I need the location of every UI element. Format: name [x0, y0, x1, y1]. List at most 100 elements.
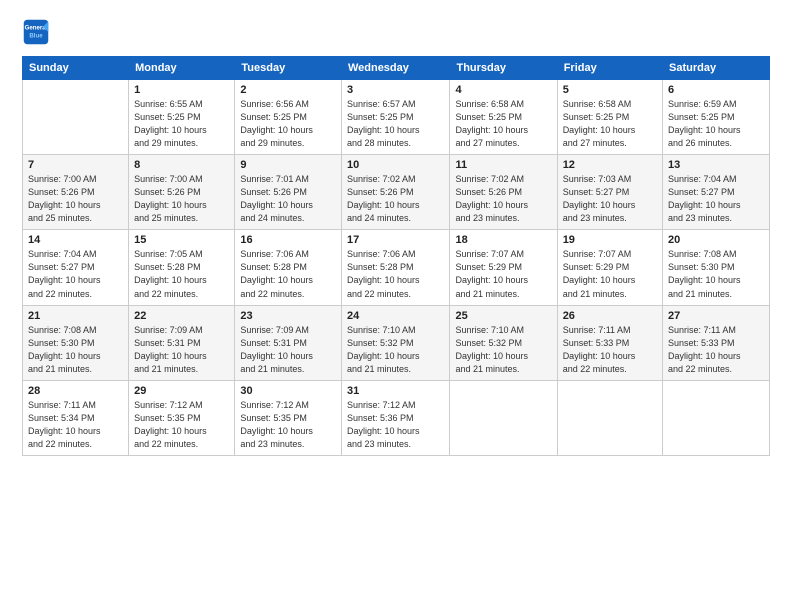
calendar-cell [450, 380, 557, 455]
day-number: 7 [28, 159, 123, 171]
day-number: 13 [668, 159, 764, 171]
day-number: 21 [28, 310, 123, 322]
calendar-cell: 26 Sunrise: 7:11 AM Sunset: 5:33 PM Dayli… [557, 305, 662, 380]
day-info: Sunrise: 7:07 AM Sunset: 5:29 PM Dayligh… [455, 248, 551, 300]
calendar-cell: 30 Sunrise: 7:12 AM Sunset: 5:35 PM Dayli… [235, 380, 342, 455]
calendar-cell: 20 Sunrise: 7:08 AM Sunset: 5:30 PM Dayli… [663, 230, 770, 305]
weekday-header-monday: Monday [129, 57, 235, 80]
calendar-cell: 23 Sunrise: 7:09 AM Sunset: 5:31 PM Dayli… [235, 305, 342, 380]
calendar-cell: 8 Sunrise: 7:00 AM Sunset: 5:26 PM Daylig… [129, 155, 235, 230]
calendar-cell [663, 380, 770, 455]
day-number: 8 [134, 159, 229, 171]
calendar-header-row: SundayMondayTuesdayWednesdayThursdayFrid… [23, 57, 770, 80]
calendar-week-row: 21 Sunrise: 7:08 AM Sunset: 5:30 PM Dayli… [23, 305, 770, 380]
day-number: 26 [563, 310, 657, 322]
day-number: 11 [455, 159, 551, 171]
day-info: Sunrise: 7:07 AM Sunset: 5:29 PM Dayligh… [563, 248, 657, 300]
day-info: Sunrise: 6:59 AM Sunset: 5:25 PM Dayligh… [668, 98, 764, 150]
day-info: Sunrise: 7:08 AM Sunset: 5:30 PM Dayligh… [28, 324, 123, 376]
calendar-cell: 19 Sunrise: 7:07 AM Sunset: 5:29 PM Dayli… [557, 230, 662, 305]
day-info: Sunrise: 7:04 AM Sunset: 5:27 PM Dayligh… [668, 173, 764, 225]
calendar-cell [557, 380, 662, 455]
calendar-cell: 28 Sunrise: 7:11 AM Sunset: 5:34 PM Dayli… [23, 380, 129, 455]
weekday-header-thursday: Thursday [450, 57, 557, 80]
calendar-cell: 12 Sunrise: 7:03 AM Sunset: 5:27 PM Dayli… [557, 155, 662, 230]
day-number: 19 [563, 234, 657, 246]
day-info: Sunrise: 7:03 AM Sunset: 5:27 PM Dayligh… [563, 173, 657, 225]
day-number: 16 [240, 234, 336, 246]
weekday-header-sunday: Sunday [23, 57, 129, 80]
header: General Blue [22, 18, 770, 46]
calendar-cell: 17 Sunrise: 7:06 AM Sunset: 5:28 PM Dayli… [341, 230, 450, 305]
day-info: Sunrise: 7:10 AM Sunset: 5:32 PM Dayligh… [455, 324, 551, 376]
day-info: Sunrise: 7:04 AM Sunset: 5:27 PM Dayligh… [28, 248, 123, 300]
day-number: 14 [28, 234, 123, 246]
weekday-header-tuesday: Tuesday [235, 57, 342, 80]
weekday-header-saturday: Saturday [663, 57, 770, 80]
calendar-cell: 27 Sunrise: 7:11 AM Sunset: 5:33 PM Dayli… [663, 305, 770, 380]
day-info: Sunrise: 7:09 AM Sunset: 5:31 PM Dayligh… [134, 324, 229, 376]
day-number: 12 [563, 159, 657, 171]
day-number: 6 [668, 84, 764, 96]
day-info: Sunrise: 7:06 AM Sunset: 5:28 PM Dayligh… [347, 248, 445, 300]
day-info: Sunrise: 7:12 AM Sunset: 5:35 PM Dayligh… [240, 399, 336, 451]
calendar-week-row: 1 Sunrise: 6:55 AM Sunset: 5:25 PM Daylig… [23, 80, 770, 155]
day-info: Sunrise: 7:00 AM Sunset: 5:26 PM Dayligh… [134, 173, 229, 225]
calendar-table: SundayMondayTuesdayWednesdayThursdayFrid… [22, 56, 770, 456]
day-info: Sunrise: 7:12 AM Sunset: 5:35 PM Dayligh… [134, 399, 229, 451]
logo: General Blue [22, 18, 54, 46]
calendar-cell: 14 Sunrise: 7:04 AM Sunset: 5:27 PM Dayli… [23, 230, 129, 305]
calendar-cell [23, 80, 129, 155]
page: General Blue SundayMondayTuesdayWednesda… [0, 0, 792, 612]
day-number: 29 [134, 385, 229, 397]
calendar-week-row: 7 Sunrise: 7:00 AM Sunset: 5:26 PM Daylig… [23, 155, 770, 230]
day-info: Sunrise: 7:11 AM Sunset: 5:33 PM Dayligh… [668, 324, 764, 376]
day-number: 23 [240, 310, 336, 322]
day-number: 17 [347, 234, 445, 246]
day-info: Sunrise: 7:06 AM Sunset: 5:28 PM Dayligh… [240, 248, 336, 300]
calendar-cell: 31Sunrise: 7:12 AM Sunset: 5:36 PM Dayli… [341, 380, 450, 455]
day-info: Sunrise: 7:08 AM Sunset: 5:30 PM Dayligh… [668, 248, 764, 300]
day-number: 27 [668, 310, 764, 322]
day-number: 15 [134, 234, 229, 246]
calendar-cell: 29 Sunrise: 7:12 AM Sunset: 5:35 PM Dayli… [129, 380, 235, 455]
day-number: 1 [134, 84, 229, 96]
day-info: Sunrise: 6:56 AM Sunset: 5:25 PM Dayligh… [240, 98, 336, 150]
calendar-cell: 2 Sunrise: 6:56 AM Sunset: 5:25 PM Daylig… [235, 80, 342, 155]
day-number: 31 [347, 385, 445, 397]
weekday-header-friday: Friday [557, 57, 662, 80]
day-number: 10 [347, 159, 445, 171]
calendar-cell: 18 Sunrise: 7:07 AM Sunset: 5:29 PM Dayli… [450, 230, 557, 305]
day-info: Sunrise: 7:02 AM Sunset: 5:26 PM Dayligh… [347, 173, 445, 225]
calendar-cell: 11Sunrise: 7:02 AM Sunset: 5:26 PM Dayli… [450, 155, 557, 230]
day-number: 18 [455, 234, 551, 246]
calendar-cell: 10 Sunrise: 7:02 AM Sunset: 5:26 PM Dayli… [341, 155, 450, 230]
day-number: 2 [240, 84, 336, 96]
calendar-week-row: 14 Sunrise: 7:04 AM Sunset: 5:27 PM Dayli… [23, 230, 770, 305]
day-number: 5 [563, 84, 657, 96]
day-number: 30 [240, 385, 336, 397]
day-number: 24 [347, 310, 445, 322]
day-number: 3 [347, 84, 445, 96]
day-number: 9 [240, 159, 336, 171]
day-number: 20 [668, 234, 764, 246]
day-number: 4 [455, 84, 551, 96]
calendar-cell: 5Sunrise: 6:58 AM Sunset: 5:25 PM Daylig… [557, 80, 662, 155]
calendar-cell: 24Sunrise: 7:10 AM Sunset: 5:32 PM Dayli… [341, 305, 450, 380]
day-info: Sunrise: 7:11 AM Sunset: 5:34 PM Dayligh… [28, 399, 123, 451]
calendar-cell: 15Sunrise: 7:05 AM Sunset: 5:28 PM Dayli… [129, 230, 235, 305]
calendar-cell: 25 Sunrise: 7:10 AM Sunset: 5:32 PM Dayli… [450, 305, 557, 380]
calendar-cell: 21 Sunrise: 7:08 AM Sunset: 5:30 PM Dayli… [23, 305, 129, 380]
day-info: Sunrise: 7:00 AM Sunset: 5:26 PM Dayligh… [28, 173, 123, 225]
calendar-cell: 22 Sunrise: 7:09 AM Sunset: 5:31 PM Dayli… [129, 305, 235, 380]
day-number: 25 [455, 310, 551, 322]
day-number: 28 [28, 385, 123, 397]
day-info: Sunrise: 6:55 AM Sunset: 5:25 PM Dayligh… [134, 98, 229, 150]
day-info: Sunrise: 6:58 AM Sunset: 5:25 PM Dayligh… [455, 98, 551, 150]
day-info: Sunrise: 7:09 AM Sunset: 5:31 PM Dayligh… [240, 324, 336, 376]
calendar-cell: 6 Sunrise: 6:59 AM Sunset: 5:25 PM Daylig… [663, 80, 770, 155]
calendar-cell: 9Sunrise: 7:01 AM Sunset: 5:26 PM Daylig… [235, 155, 342, 230]
day-info: Sunrise: 7:11 AM Sunset: 5:33 PM Dayligh… [563, 324, 657, 376]
day-number: 22 [134, 310, 229, 322]
logo-icon: General Blue [22, 18, 50, 46]
